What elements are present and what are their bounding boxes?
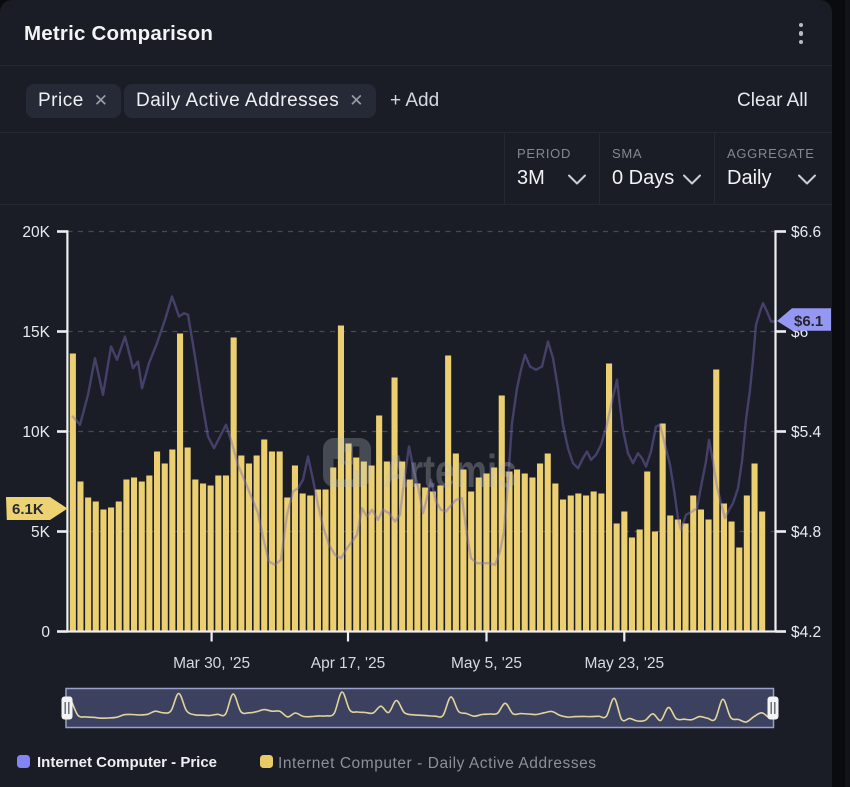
svg-text:0: 0 [41,624,50,641]
svg-text:$6.6: $6.6 [791,224,821,241]
svg-text:$5.4: $5.4 [791,424,822,441]
svg-text:Artemis: Artemis [383,445,517,497]
svg-text:$4.8: $4.8 [791,524,821,541]
svg-text:May 23, '25: May 23, '25 [584,655,664,672]
svg-text:$4.2: $4.2 [791,624,821,641]
svg-text:5K: 5K [31,524,51,541]
svg-text:May 5, '25: May 5, '25 [451,655,522,672]
svg-text:6.1K: 6.1K [12,501,44,518]
svg-text:$6.1: $6.1 [794,313,823,330]
svg-text:Mar 30, '25: Mar 30, '25 [173,655,250,672]
svg-text:Apr 17, '25: Apr 17, '25 [311,655,385,672]
svg-text:20K: 20K [22,224,50,241]
svg-text:15K: 15K [22,324,50,341]
svg-text:10K: 10K [22,424,50,441]
